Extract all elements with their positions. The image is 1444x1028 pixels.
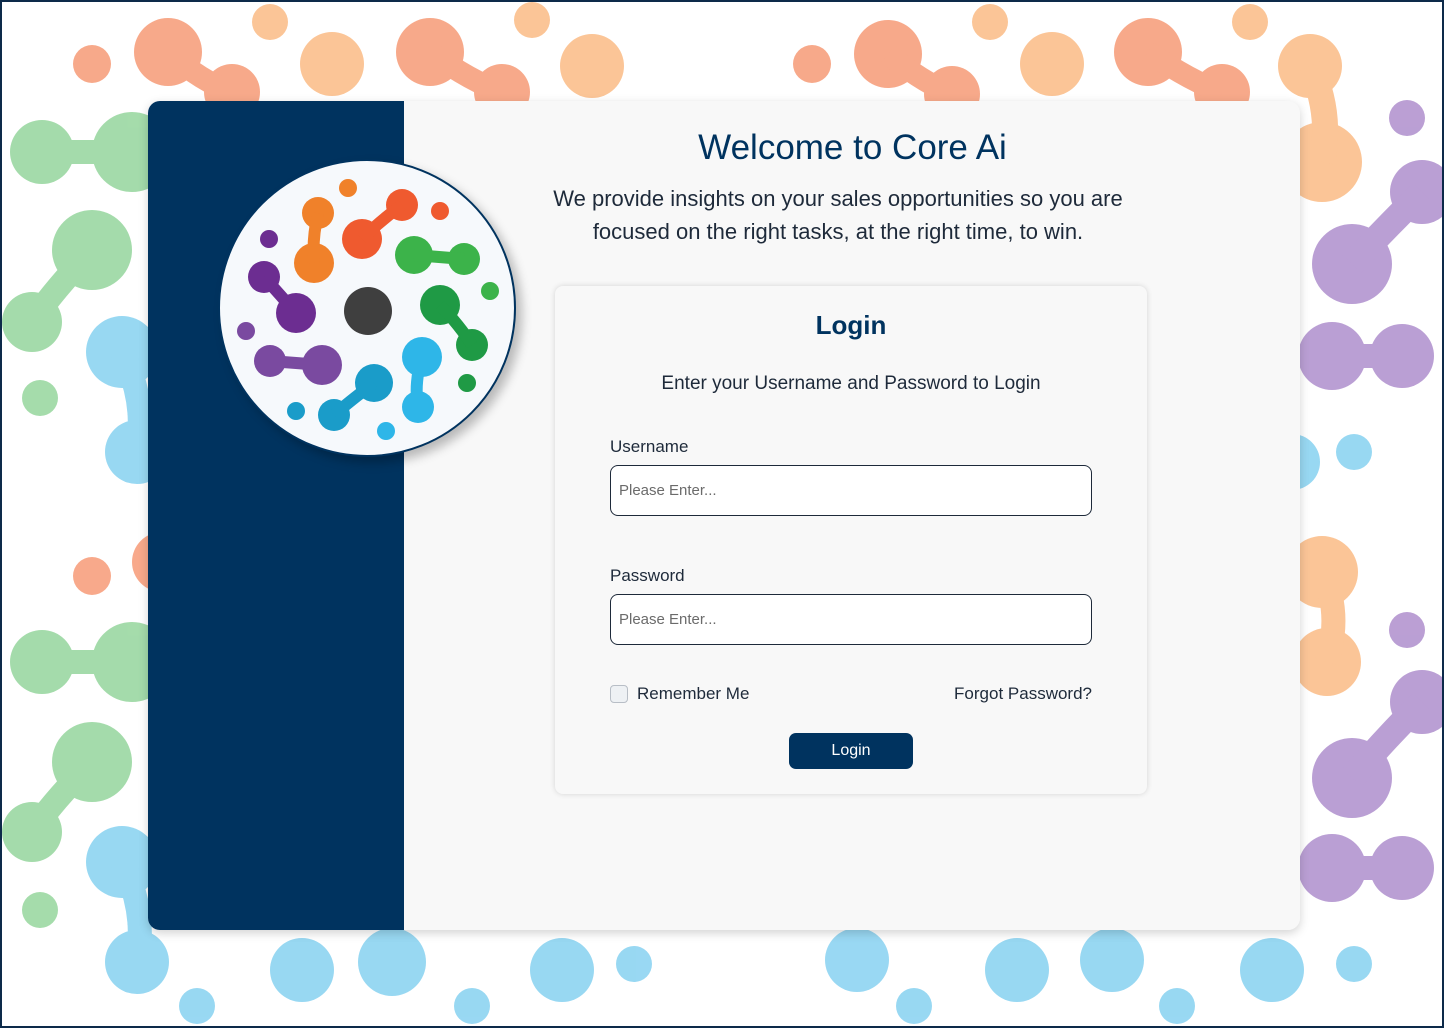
welcome-title: Welcome to Core Ai bbox=[698, 128, 1007, 167]
remember-me-label[interactable]: Remember Me bbox=[637, 684, 749, 704]
forgot-password-link[interactable]: Forgot Password? bbox=[954, 684, 1092, 704]
app-window: Welcome to Core Ai We provide insights o… bbox=[0, 0, 1444, 1028]
login-title: Login bbox=[815, 310, 887, 340]
username-input[interactable] bbox=[610, 465, 1092, 516]
password-label: Password bbox=[610, 566, 685, 585]
remember-me-checkbox[interactable] bbox=[610, 685, 628, 703]
login-form: Login Enter your Username and Password t… bbox=[555, 286, 1147, 794]
welcome-description: We provide insights on your sales opport… bbox=[553, 186, 1123, 244]
password-input[interactable] bbox=[610, 594, 1092, 645]
remember-me-row[interactable]: Remember Me bbox=[610, 684, 749, 704]
molecule-logo-icon bbox=[237, 179, 499, 440]
core-ai-logo bbox=[218, 159, 516, 457]
login-subtitle: Enter your Username and Password to Logi… bbox=[661, 373, 1041, 394]
login-button[interactable]: Login bbox=[789, 733, 913, 769]
username-label: Username bbox=[610, 437, 689, 456]
